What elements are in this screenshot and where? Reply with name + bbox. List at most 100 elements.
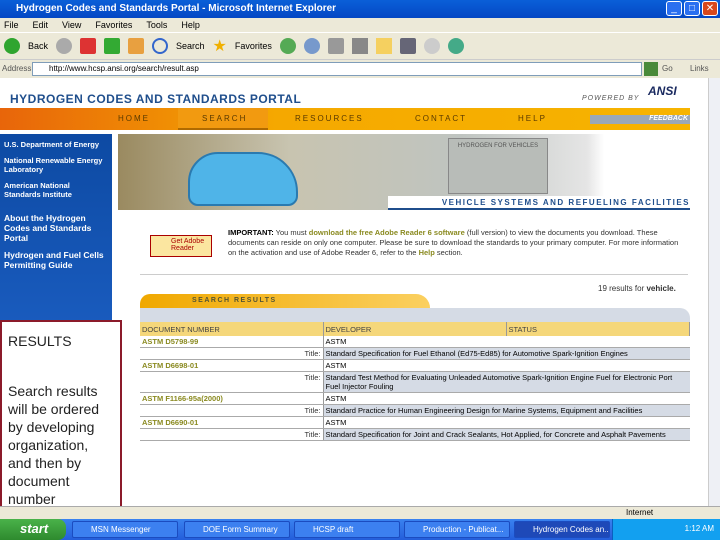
divider (140, 274, 688, 275)
status-bar: Internet (0, 506, 720, 519)
col-status[interactable]: STATUS (506, 322, 690, 336)
menu-favorites[interactable]: Favorites (95, 20, 132, 30)
start-button[interactable]: start (0, 519, 66, 540)
developer: ASTM (323, 392, 506, 405)
sidebar-about[interactable]: About the Hydrogen Codes and Standards P… (4, 213, 108, 243)
research-icon[interactable] (399, 38, 416, 54)
close-button[interactable]: ✕ (702, 1, 718, 16)
result-row: ASTM D6690-01 ASTM (140, 416, 690, 429)
menu-edit[interactable]: Edit (33, 20, 49, 30)
nav-help[interactable]: HELP (518, 114, 547, 123)
nav-home[interactable]: HOME (118, 114, 150, 123)
menu-tools[interactable]: Tools (146, 20, 167, 30)
result-title-row: Title: Standard Test Method for Evaluatin… (140, 371, 690, 393)
document-number-link[interactable]: ASTM D6698-01 (140, 359, 324, 372)
contacts-icon[interactable] (447, 38, 464, 54)
banner-caption: VEHICLE SYSTEMS AND REFUELING FACILITIES (388, 196, 690, 210)
document-title: Standard Practice for Human Engineering … (323, 404, 690, 417)
result-row: ASTM D5798-99 ASTM (140, 336, 690, 348)
history-icon[interactable] (279, 38, 296, 54)
sidebar-link-nrel[interactable]: National Renewable Energy Laboratory (4, 156, 108, 174)
discuss-icon[interactable] (375, 38, 392, 54)
sidebar-permitting-guide[interactable]: Hydrogen and Fuel Cells Permitting Guide (4, 250, 108, 270)
result-title-row: Title: Standard Practice for Human Engine… (140, 404, 690, 417)
links-button[interactable]: Links (690, 64, 709, 73)
col-developer[interactable]: DEVELOPER (323, 322, 507, 336)
nav-bar: HOME SEARCH RESOURCES CONTACT HELP FEEDB… (0, 108, 690, 130)
window-title: Hydrogen Codes and Standards Portal - Mi… (16, 3, 337, 14)
feedback-button[interactable]: FEEDBACK (590, 115, 690, 124)
favorites-icon[interactable]: ★ (213, 36, 227, 56)
edit-icon[interactable] (351, 38, 368, 54)
title-label: Title: (140, 347, 324, 360)
menu-help[interactable]: Help (181, 20, 200, 30)
developer: ASTM (323, 359, 506, 372)
home-icon[interactable] (128, 38, 145, 54)
task-production[interactable]: Production - Publicat... (404, 521, 510, 538)
clock: 1:12 AM (684, 524, 714, 533)
document-title: Standard Specification for Fuel Ethanol … (323, 347, 690, 360)
system-tray: 1:12 AM (612, 519, 720, 540)
maximize-button[interactable]: □ (684, 1, 700, 16)
title-label: Title: (140, 428, 324, 441)
status (506, 416, 690, 429)
print-icon[interactable] (327, 38, 344, 54)
search-results-tab: SEARCH RESULTS (140, 294, 430, 308)
title-label: Title: (140, 371, 324, 393)
status-zone: Internet (626, 508, 654, 517)
go-button[interactable]: Go (662, 64, 673, 73)
task-msn-messenger[interactable]: MSN Messenger (72, 521, 178, 538)
get-adobe-reader-badge[interactable]: Get Adobe Reader (150, 235, 212, 257)
address-input[interactable]: http://www.hcsp.ansi.org/search/result.a… (32, 62, 642, 76)
back-button[interactable]: Back (28, 41, 48, 51)
document-title: Standard Specification for Joint and Cra… (323, 428, 690, 441)
favorites-button[interactable]: Favorites (235, 41, 272, 51)
sidebar-link-ansi[interactable]: American National Standards Institute (4, 181, 108, 199)
nav-resources[interactable]: RESOURCES (295, 114, 364, 123)
mail-icon[interactable] (303, 38, 320, 54)
taskbar: start MSN Messenger DOE Form Summary HCS… (0, 519, 720, 540)
go-icon[interactable] (644, 62, 658, 76)
document-number-link[interactable]: ASTM F1166-95a(2000) (140, 392, 324, 405)
task-doe-form-summary[interactable]: DOE Form Summary (184, 521, 290, 538)
address-bar: Address http://www.hcsp.ansi.org/search/… (0, 59, 720, 78)
annotation-box: RESULTS Search results will be ordered b… (0, 320, 122, 515)
status (506, 336, 690, 348)
status (506, 392, 690, 405)
document-title: Standard Test Method for Evaluating Unle… (323, 371, 690, 393)
search-button[interactable]: Search (176, 41, 205, 51)
address-label: Address (2, 64, 32, 73)
nav-contact[interactable]: CONTACT (415, 114, 467, 123)
results-table: DOCUMENT NUMBER DEVELOPER STATUS ASTM D579… (140, 322, 690, 441)
result-title-row: Title: Standard Specification for Fuel Et… (140, 347, 690, 360)
task-hydrogen-codes[interactable]: Hydrogen Codes an... (514, 521, 610, 538)
back-icon[interactable] (4, 38, 20, 54)
task-hcsp-draft[interactable]: HCSP draft (294, 521, 400, 538)
title-bar: Hydrogen Codes and Standards Portal - Mi… (0, 0, 720, 18)
result-row: ASTM D6698-01 ASTM (140, 359, 690, 372)
document-number-link[interactable]: ASTM D5798-99 (140, 336, 324, 348)
ansi-logo[interactable]: ANSI (648, 84, 677, 98)
stop-icon[interactable] (80, 38, 97, 54)
refresh-icon[interactable] (104, 38, 121, 54)
adobe-download-link[interactable]: download the free Adobe Reader 6 softwar… (309, 228, 465, 237)
status (506, 359, 690, 372)
minimize-button[interactable]: _ (666, 1, 682, 16)
nav-search[interactable]: SEARCH (202, 114, 247, 123)
document-number-link[interactable]: ASTM D6690-01 (140, 416, 324, 429)
results-band (140, 308, 690, 322)
annotation-body: Search results will be ordered by develo… (8, 383, 100, 507)
col-document-number[interactable]: DOCUMENT NUMBER (140, 322, 324, 336)
banner-sign: HYDROGEN FOR VEHICLES (448, 138, 548, 194)
banner-image: HYDROGEN FOR VEHICLES VEHICLE SYSTEMS AN… (118, 134, 690, 210)
vertical-scrollbar[interactable] (708, 78, 720, 506)
help-link[interactable]: Help (419, 248, 435, 257)
sidebar-link-doe[interactable]: U.S. Department of Energy (4, 140, 108, 149)
annotation-heading: RESULTS (8, 333, 72, 349)
title-label: Title: (140, 404, 324, 417)
menu-file[interactable]: File (4, 20, 19, 30)
messenger-icon[interactable] (423, 38, 440, 54)
search-icon[interactable] (152, 38, 169, 54)
menu-view[interactable]: View (62, 20, 81, 30)
forward-icon[interactable] (56, 38, 73, 54)
